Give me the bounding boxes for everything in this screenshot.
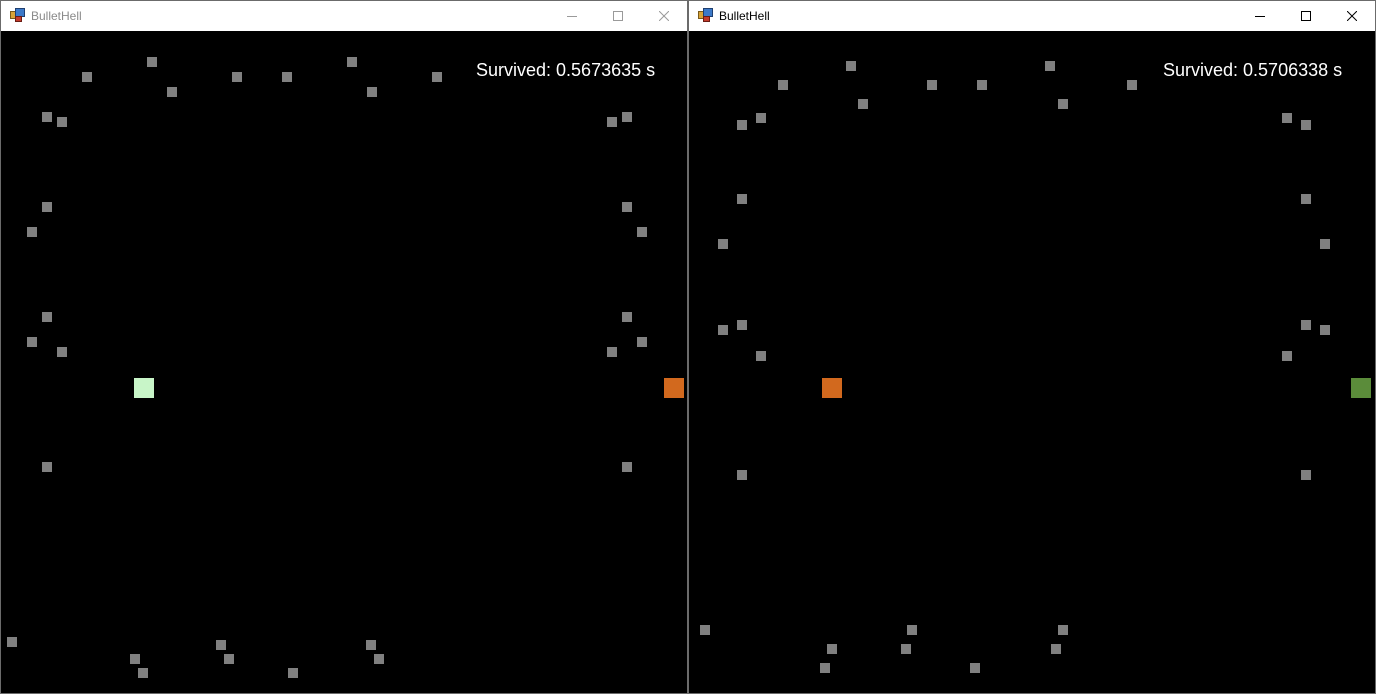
bullet [42,312,52,322]
bullet [1320,325,1330,335]
bullet [216,640,226,650]
bullet [432,72,442,82]
bullet [778,80,788,90]
bullet [927,80,937,90]
bullet [366,640,376,650]
bullet [27,227,37,237]
enemy-square [664,378,684,398]
bullet [718,325,728,335]
title-bar[interactable]: BulletHell [1,1,687,31]
close-icon [1347,11,1357,21]
bullet [756,113,766,123]
bullet [607,117,617,127]
bullet [907,625,917,635]
minimize-icon [1255,16,1265,17]
bullet [1058,625,1068,635]
game-window-right[interactable]: BulletHell Survived: 0.5706338 s [688,0,1376,694]
app-icon[interactable] [10,8,26,24]
bullet [1301,194,1311,204]
bullet [622,202,632,212]
bullet [347,57,357,67]
survived-timer: Survived: 0.5673635 s [476,60,656,80]
bullet [827,644,837,654]
game-window-left[interactable]: BulletHell Survived: 0.5673635 s [0,0,688,694]
bullet [622,312,632,322]
survived-timer: Survived: 0.5706338 s [1163,60,1343,80]
maximize-icon [613,11,623,21]
maximize-button[interactable] [595,1,641,31]
window-title: BulletHell [719,9,770,23]
window-title: BulletHell [31,9,82,23]
bullet [367,87,377,97]
minimize-button[interactable] [1237,1,1283,31]
bullet [622,112,632,122]
bullet [901,644,911,654]
bullet [57,347,67,357]
bullet [1127,80,1137,90]
bullet [637,227,647,237]
bullet [7,637,17,647]
bullet [1051,644,1061,654]
bullet [737,194,747,204]
minimize-icon [567,16,577,17]
bullet [977,80,987,90]
game-canvas[interactable]: Survived: 0.5706338 s [689,31,1375,693]
bullet [42,462,52,472]
bullet [756,351,766,361]
bullet [27,337,37,347]
bullet [42,202,52,212]
bullet [622,462,632,472]
bullet [737,120,747,130]
bullet [282,72,292,82]
bullet [232,72,242,82]
bullet [167,87,177,97]
bullet [147,57,157,67]
bullet [637,337,647,347]
bullet [1320,239,1330,249]
bullet [718,239,728,249]
bullet [970,663,980,673]
close-button[interactable] [1329,1,1375,31]
bullet [138,668,148,678]
bullet [607,347,617,357]
maximize-icon [1301,11,1311,21]
close-icon [659,11,669,21]
bullet [1301,120,1311,130]
bullet [288,668,298,678]
bullet [42,112,52,122]
bullet [846,61,856,71]
bullet [1301,320,1311,330]
bullet [224,654,234,664]
enemy-square [1351,378,1371,398]
game-canvas[interactable]: Survived: 0.5673635 s [1,31,687,693]
bullet [820,663,830,673]
bullet [130,654,140,664]
minimize-button[interactable] [549,1,595,31]
bullet [1282,351,1292,361]
bullet [1282,113,1292,123]
title-bar[interactable]: BulletHell [689,1,1375,31]
bullet [858,99,868,109]
player-square [134,378,154,398]
bullet [737,320,747,330]
bullet [1058,99,1068,109]
bullet [57,117,67,127]
bullet [82,72,92,82]
bullet [1045,61,1055,71]
bullet [374,654,384,664]
app-icon[interactable] [698,8,714,24]
bullet [737,470,747,480]
bullet [1301,470,1311,480]
bullet [700,625,710,635]
maximize-button[interactable] [1283,1,1329,31]
close-button[interactable] [641,1,687,31]
player-square [822,378,842,398]
